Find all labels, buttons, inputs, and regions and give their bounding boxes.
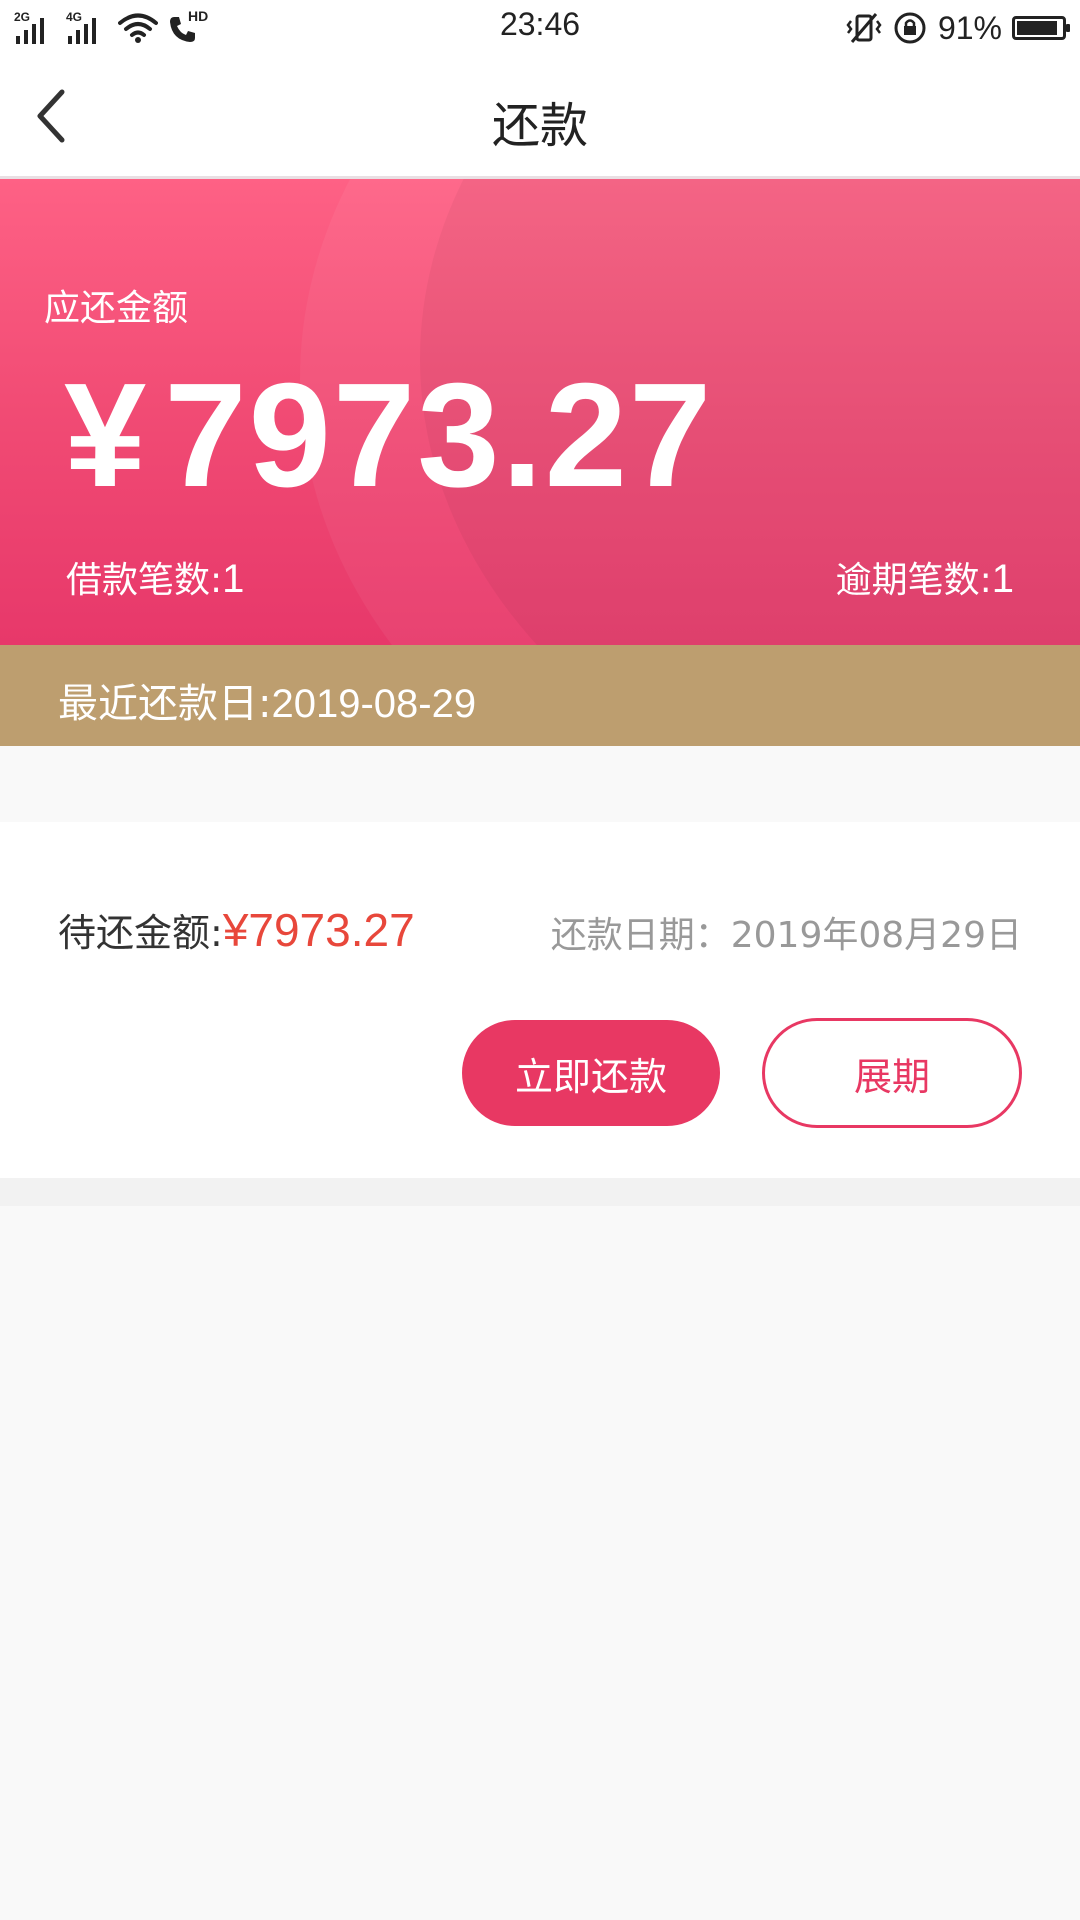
loan-count-value: 1 <box>222 557 245 601</box>
overdue-count-value: 1 <box>991 557 1014 601</box>
amount-due-label: 应还金额 <box>44 288 189 329</box>
overdue-count: 逾期笔数:1 <box>836 551 1014 603</box>
overdue-count-label: 逾期笔数: <box>835 560 992 601</box>
recent-due-value: 2019-08-29 <box>271 682 477 726</box>
battery-icon <box>1012 16 1070 40</box>
currency-symbol: ¥ <box>64 353 149 518</box>
amount-value: 7973.27 <box>164 353 714 518</box>
pending-amount: 待还金额:¥7973.27 <box>58 902 415 957</box>
battery-percent: 91% <box>937 9 1002 46</box>
nav-bar: 还款 <box>0 56 1080 179</box>
pending-amount-value: ¥7973.27 <box>222 904 415 956</box>
loan-count-label: 借款笔数: <box>66 560 223 601</box>
recent-due-label: 最近还款日: <box>58 681 272 727</box>
section-divider <box>0 1178 1080 1206</box>
amount-due-value: ¥7973.27 <box>64 351 713 521</box>
rotation-lock-icon <box>894 12 926 44</box>
vibrate-icon <box>846 13 882 43</box>
repay-now-button[interactable]: 立即还款 <box>462 1020 720 1126</box>
pending-amount-label: 待还金额: <box>58 911 223 955</box>
recent-due-date: 最近还款日:2019-08-29 <box>58 671 476 729</box>
status-right-icons: 91% <box>846 8 1070 48</box>
status-bar: 2G 4G HD 23:46 91% <box>0 0 1080 56</box>
due-date: 还款日期：2019年08月29日 <box>550 915 1022 956</box>
battery-level <box>1017 21 1057 35</box>
extend-button[interactable]: 展期 <box>762 1018 1022 1128</box>
amount-due-card: 应还金额 ¥7973.27 借款笔数:1 逾期笔数:1 <box>0 179 1080 645</box>
page-title: 还款 <box>491 98 588 154</box>
recent-due-band: 最近还款日:2019-08-29 <box>0 645 1080 746</box>
repayment-item: 待还金额:¥7973.27 还款日期：2019年08月29日 立即还款 展期 <box>0 822 1080 1178</box>
loan-count: 借款笔数:1 <box>66 551 244 603</box>
